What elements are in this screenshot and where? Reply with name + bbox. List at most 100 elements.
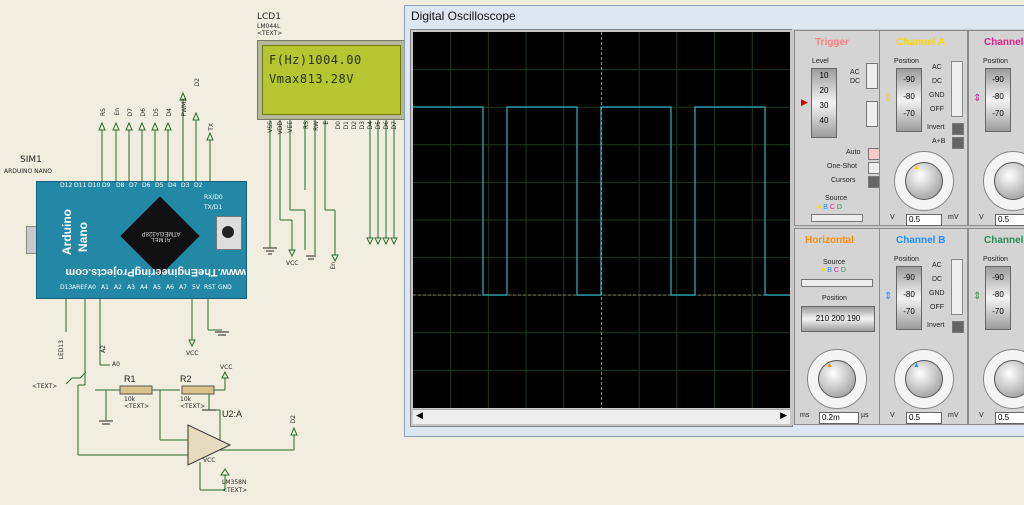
channel-d-position-arrows-icon[interactable]: ⇕: [973, 291, 981, 302]
horizontal-source-slider[interactable]: [801, 279, 873, 287]
channel-a-position-arrows-icon[interactable]: ⇕: [884, 93, 892, 104]
lcd-text-tag: <TEXT>: [257, 30, 283, 37]
trigger-tick-40: 40: [819, 116, 829, 125]
scope-screen[interactable]: [413, 32, 790, 408]
trigger-auto-label: Auto: [846, 149, 861, 156]
trigger-source-c[interactable]: C: [830, 204, 835, 211]
channel-d-title: Channel D: [984, 235, 1024, 246]
arduino-title: Arduino: [60, 209, 74, 255]
channel-a-coupling-slider[interactable]: [951, 61, 963, 117]
horizontal-source-options[interactable]: A B C D: [821, 267, 846, 274]
horizontal-source-a[interactable]: A: [821, 267, 825, 274]
channel-b-unit-left: V: [890, 412, 895, 419]
channel-a-position-drum[interactable]: -90 -80 -70: [896, 68, 922, 132]
net-en: En: [114, 108, 121, 116]
channel-b-tick-1: -90: [903, 273, 915, 282]
trigger-dc-label: DC: [850, 78, 861, 85]
net-d5: D5: [153, 108, 160, 117]
arduino-bottom-pin-labels: D13 AREF A0 A1 A2 A3 A4 A5 A6 A7 5V RST …: [58, 284, 238, 296]
arduino-title-line1: Arduino: [60, 209, 74, 255]
scroll-right-icon[interactable]: ▶: [780, 410, 787, 421]
pin-rx: RX/D0: [204, 194, 223, 201]
trigger-level-drum[interactable]: 10 20 30 40: [811, 68, 837, 138]
pin-d10: D10: [88, 182, 101, 189]
channel-d-volts-knob[interactable]: [994, 360, 1024, 398]
channel-a-position-label: Position: [894, 58, 919, 65]
horizontal-position-drum[interactable]: 210 200 190: [801, 306, 875, 332]
channel-a-gnd: GND: [929, 92, 945, 99]
channel-b-coupling-slider[interactable]: [951, 259, 963, 315]
lcd-pin-d6: D6: [383, 121, 390, 130]
trigger-source-b[interactable]: B: [823, 204, 828, 211]
channel-b-volts-knob[interactable]: [905, 360, 943, 398]
trigger-coupling-switch[interactable]: [866, 63, 878, 89]
channel-a-unit-left: V: [890, 214, 895, 221]
channel-b-dc: DC: [932, 276, 943, 283]
net-d7: D7: [127, 108, 134, 117]
channel-a-volts-knob[interactable]: [905, 162, 943, 200]
pin-d6: D6: [142, 182, 151, 189]
channel-a-ac: AC: [932, 64, 942, 71]
pin-d2: D2: [194, 182, 203, 189]
net-a2-label: A2: [100, 345, 107, 353]
channel-a-volts-readout: 0.5: [906, 214, 942, 226]
trigger-tick-20: 20: [819, 86, 829, 95]
trigger-oneshot-label: One-Shot: [827, 163, 857, 170]
channel-d-tick-1: -90: [992, 273, 1004, 282]
channel-a-aplusb-button[interactable]: [952, 137, 964, 149]
horizontal-tick-1: 210: [815, 314, 830, 323]
channel-a-aplusb-label: A+B: [932, 138, 946, 145]
channel-c-volts-knob[interactable]: [994, 162, 1024, 200]
pin-rst: RST: [204, 284, 216, 291]
pin-a5: A5: [153, 284, 161, 291]
r1-label: R1: [124, 374, 136, 384]
lcd-pin-e: E: [323, 121, 330, 125]
channel-a-tick-3: -70: [903, 109, 915, 118]
scope-horizontal-scrollbar[interactable]: ◀ ▶: [413, 409, 790, 424]
horizontal-source-d[interactable]: D: [841, 267, 846, 274]
pin-d11: D11: [74, 182, 87, 189]
channel-b-position-arrows-icon[interactable]: ⇕: [884, 291, 892, 302]
channel-a-invert-button[interactable]: [952, 123, 964, 135]
lcd-pin-d1: D1: [343, 121, 350, 130]
vcc-label-3: VCC: [220, 364, 233, 371]
trigger-edge-switch[interactable]: [866, 101, 878, 127]
scroll-left-icon[interactable]: ◀: [416, 410, 423, 421]
arduino-title-line2: Nano: [76, 222, 90, 252]
lcd-pin-vss: VSS: [267, 121, 274, 133]
reset-button[interactable]: [222, 226, 234, 238]
r1-text-tag: <TEXT>: [124, 403, 150, 410]
channel-b-position-drum[interactable]: -90 -80 -70: [896, 266, 922, 330]
arduino-model: ARDUINO NANO: [4, 168, 52, 175]
trigger-section: Trigger Level 10 20 30 40 ▶ AC DC Auto O…: [794, 30, 880, 226]
channel-b-invert-button[interactable]: [952, 321, 964, 333]
channel-c-unit-left: V: [979, 214, 984, 221]
horizontal-unit-us: µs: [861, 412, 869, 419]
vcc-label-1: VCC: [286, 260, 299, 267]
trigger-source-d[interactable]: D: [837, 204, 842, 211]
lcd-pin-vee: VEE: [287, 121, 294, 133]
vcc-label-2: VCC: [186, 350, 199, 357]
horizontal-source-b[interactable]: B: [827, 267, 832, 274]
pin-a0: A0: [88, 284, 96, 291]
trigger-level-label: Level: [812, 58, 829, 65]
channel-d-position-drum[interactable]: -90 -80 -70: [985, 266, 1011, 330]
channel-a-knob-pointer-icon: ▲: [913, 164, 920, 171]
horizontal-tick-2: 200: [831, 314, 845, 323]
horizontal-timebase-knob[interactable]: [818, 360, 856, 398]
channel-c-section: Channel C Position -90 -80 -70 ⇕ V 0.5: [968, 30, 1024, 226]
channel-c-position-drum[interactable]: -90 -80 -70: [985, 68, 1011, 132]
lcd-screen: F(Hz)1004.00 Vmax813.28V: [262, 45, 401, 115]
trigger-source-slider[interactable]: [811, 214, 863, 222]
pin-a3: A3: [127, 284, 135, 291]
trigger-source-options[interactable]: A B C D: [817, 204, 842, 211]
trigger-tick-10: 10: [819, 71, 829, 80]
channel-c-position-arrows-icon[interactable]: ⇕: [973, 93, 981, 104]
opamp-model: LM358N: [222, 479, 247, 486]
net-rs: RS: [100, 108, 107, 116]
pin-gnd: GND: [218, 284, 232, 291]
r1-value: 10k: [124, 396, 136, 403]
trigger-source-a[interactable]: A: [817, 204, 821, 211]
horizontal-source-c[interactable]: C: [834, 267, 839, 274]
channel-b-ac: AC: [932, 262, 942, 269]
